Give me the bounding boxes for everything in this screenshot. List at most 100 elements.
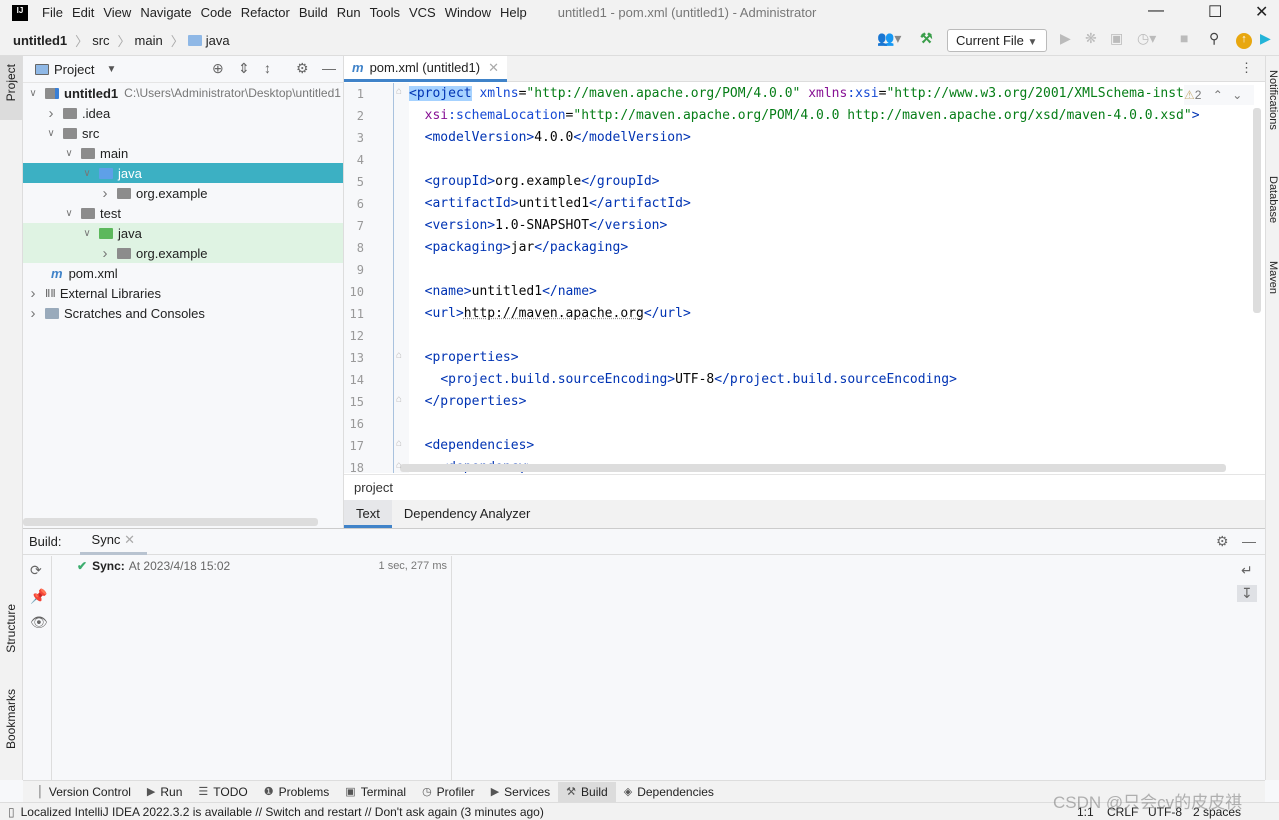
chevron-down-icon[interactable]: ∨ <box>81 168 93 179</box>
fold-icon[interactable]: ⌂ <box>396 394 402 405</box>
sync-icon[interactable]: ⟳ <box>30 562 42 579</box>
code-line[interactable]: <project xmlns="http://maven.apache.org/… <box>409 83 1223 105</box>
tree-item[interactable]: ∨ java <box>23 163 343 183</box>
vertical-scrollbar[interactable] <box>1253 108 1261 313</box>
tab-sync[interactable]: Sync ✕ <box>79 528 147 555</box>
tool-terminal[interactable]: ▣ Terminal <box>337 782 414 802</box>
close-tab-icon[interactable]: ✕ <box>488 60 499 76</box>
tree-item[interactable]: › .idea <box>23 103 343 123</box>
breadcrumb-project[interactable]: untitled1 <box>13 33 67 48</box>
notifications-tool-button[interactable]: Notifications <box>1267 70 1279 130</box>
horizontal-scrollbar[interactable] <box>23 518 318 526</box>
tool-services[interactable]: ▶ Services <box>483 782 558 802</box>
database-tool-button[interactable]: Database <box>1267 176 1279 223</box>
locate-icon[interactable]: ⊕ <box>212 60 224 77</box>
tool-run[interactable]: ▶ Run <box>139 782 190 802</box>
editor-breadcrumb[interactable]: project <box>344 474 1265 498</box>
run-config-select[interactable]: Current File ▼ <box>947 29 1047 52</box>
tree-item[interactable]: ∨ test <box>23 203 343 223</box>
chevron-down-icon[interactable]: ∨ <box>63 208 75 219</box>
profile-icon[interactable]: ◷▾ <box>1137 30 1156 47</box>
code-line[interactable]: xsi:schemaLocation="http://maven.apache.… <box>409 105 1200 127</box>
code-line[interactable]: <groupId>org.example</groupId> <box>409 171 660 193</box>
menu-edit[interactable]: Edit <box>72 5 94 20</box>
close-tab-icon[interactable]: ✕ <box>124 532 135 547</box>
tool-build[interactable]: ⚒ Build <box>558 781 616 802</box>
chevron-right-icon[interactable]: › <box>99 245 111 262</box>
menu-navigate[interactable]: Navigate <box>140 5 191 20</box>
code-line[interactable]: <packaging>jar</packaging> <box>409 237 629 259</box>
chevron-right-icon[interactable]: › <box>27 285 39 302</box>
code-line[interactable]: <modelVersion>4.0.0</modelVersion> <box>409 127 691 149</box>
tool-version-control[interactable]: │ Version Control <box>29 782 139 802</box>
editor-tab-pom[interactable]: m pom.xml (untitled1) ✕ <box>344 56 507 82</box>
tool-problems[interactable]: ❶ Problems <box>256 782 338 802</box>
code-line[interactable]: <properties> <box>409 347 519 369</box>
code-line[interactable]: <name>untitled1</name> <box>409 281 597 303</box>
hide-icon[interactable]: — <box>1242 533 1256 549</box>
jetbrains-icon[interactable]: ▶ <box>1260 30 1271 47</box>
menu-tools[interactable]: Tools <box>370 5 400 20</box>
project-tool-button[interactable]: Project <box>4 64 18 101</box>
code-line[interactable]: <artifactId>untitled1</artifactId> <box>409 193 691 215</box>
bookmarks-tool-button[interactable]: Bookmarks <box>4 689 18 749</box>
pin-icon[interactable]: 📌 <box>30 588 47 605</box>
tool-dependencies[interactable]: ◈ Dependencies <box>616 782 722 802</box>
warning-icon[interactable]: ⚠ <box>1184 88 1195 102</box>
menu-vcs[interactable]: VCS <box>409 5 436 20</box>
next-highlight-icon[interactable]: ⌄ <box>1232 88 1242 102</box>
project-view-select[interactable]: Project <box>54 62 94 77</box>
build-output[interactable] <box>453 556 1229 781</box>
tree-item[interactable]: › Scratches and Consoles <box>23 303 343 323</box>
scroll-to-end-icon[interactable]: ↧ <box>1237 585 1257 602</box>
chevron-down-icon[interactable]: ∨ <box>27 88 39 99</box>
hide-icon[interactable]: — <box>322 60 336 76</box>
tree-item[interactable]: › org.example <box>23 183 343 203</box>
minimize-button[interactable]: — <box>1148 2 1164 20</box>
menu-file[interactable]: File <box>42 5 63 20</box>
chevron-right-icon[interactable]: › <box>99 185 111 202</box>
menu-view[interactable]: View <box>103 5 131 20</box>
menu-window[interactable]: Window <box>445 5 491 20</box>
menu-refactor[interactable]: Refactor <box>241 5 290 20</box>
tree-item[interactable]: ∨ untitled1 C:\Users\Administrator\Desktop… <box>23 83 343 103</box>
gear-icon[interactable]: ⚙ <box>296 60 309 77</box>
breadcrumb-main[interactable]: main <box>135 33 163 48</box>
menu-help[interactable]: Help <box>500 5 527 20</box>
maven-tool-button[interactable]: Maven <box>1267 261 1279 294</box>
search-icon[interactable]: ⚲ <box>1209 30 1219 47</box>
debug-icon[interactable]: ❋ <box>1085 30 1097 47</box>
maximize-button[interactable]: ☐ <box>1208 2 1222 22</box>
code-area[interactable]: <project xmlns="http://maven.apache.org/… <box>409 83 1249 473</box>
close-window-button[interactable]: ✕ <box>1255 2 1268 22</box>
sync-row[interactable]: ✔ Sync: At 2023/4/18 15:02 1 sec, 277 ms <box>77 559 447 573</box>
fold-icon[interactable]: ⌂ <box>396 86 402 97</box>
fold-icon[interactable]: ⌂ <box>396 460 402 471</box>
run-icon[interactable]: ▶ <box>1060 30 1071 47</box>
structure-tool-button[interactable]: Structure <box>4 604 18 653</box>
stop-icon[interactable]: ■ <box>1180 30 1188 46</box>
tree-item[interactable]: ∨ main <box>23 143 343 163</box>
tree-item[interactable]: m pom.xml <box>23 263 343 283</box>
code-line[interactable]: <dependencies> <box>409 435 535 457</box>
menu-build[interactable]: Build <box>299 5 328 20</box>
gear-icon[interactable]: ⚙ <box>1216 533 1229 550</box>
update-icon[interactable]: ↑ <box>1236 33 1252 49</box>
tree-item[interactable]: ∨ java <box>23 223 343 243</box>
code-line[interactable]: <url>http://maven.apache.org</url> <box>409 303 691 325</box>
tool-profiler[interactable]: ◷ Profiler <box>414 782 483 802</box>
layout-icon[interactable]: ▯ <box>8 805 15 819</box>
menu-code[interactable]: Code <box>201 5 232 20</box>
chevron-right-icon[interactable]: › <box>27 305 39 322</box>
fold-icon[interactable]: ⌂ <box>396 438 402 449</box>
collapse-all-icon[interactable]: ↕ <box>264 60 271 76</box>
status-message[interactable]: Localized IntelliJ IDEA 2022.3.2 is avai… <box>21 805 544 819</box>
chevron-down-icon[interactable]: ∨ <box>45 128 57 139</box>
user-icon[interactable]: 👥▾ <box>877 30 901 47</box>
eye-icon[interactable]: 👁 <box>30 614 48 631</box>
prev-highlight-icon[interactable]: ⌃ <box>1213 88 1223 102</box>
code-line[interactable]: <version>1.0-SNAPSHOT</version> <box>409 215 668 237</box>
tab-text[interactable]: Text <box>344 500 392 528</box>
code-line[interactable]: <project.build.sourceEncoding>UTF-8</pro… <box>409 369 957 391</box>
horizontal-scrollbar[interactable] <box>400 464 1226 472</box>
